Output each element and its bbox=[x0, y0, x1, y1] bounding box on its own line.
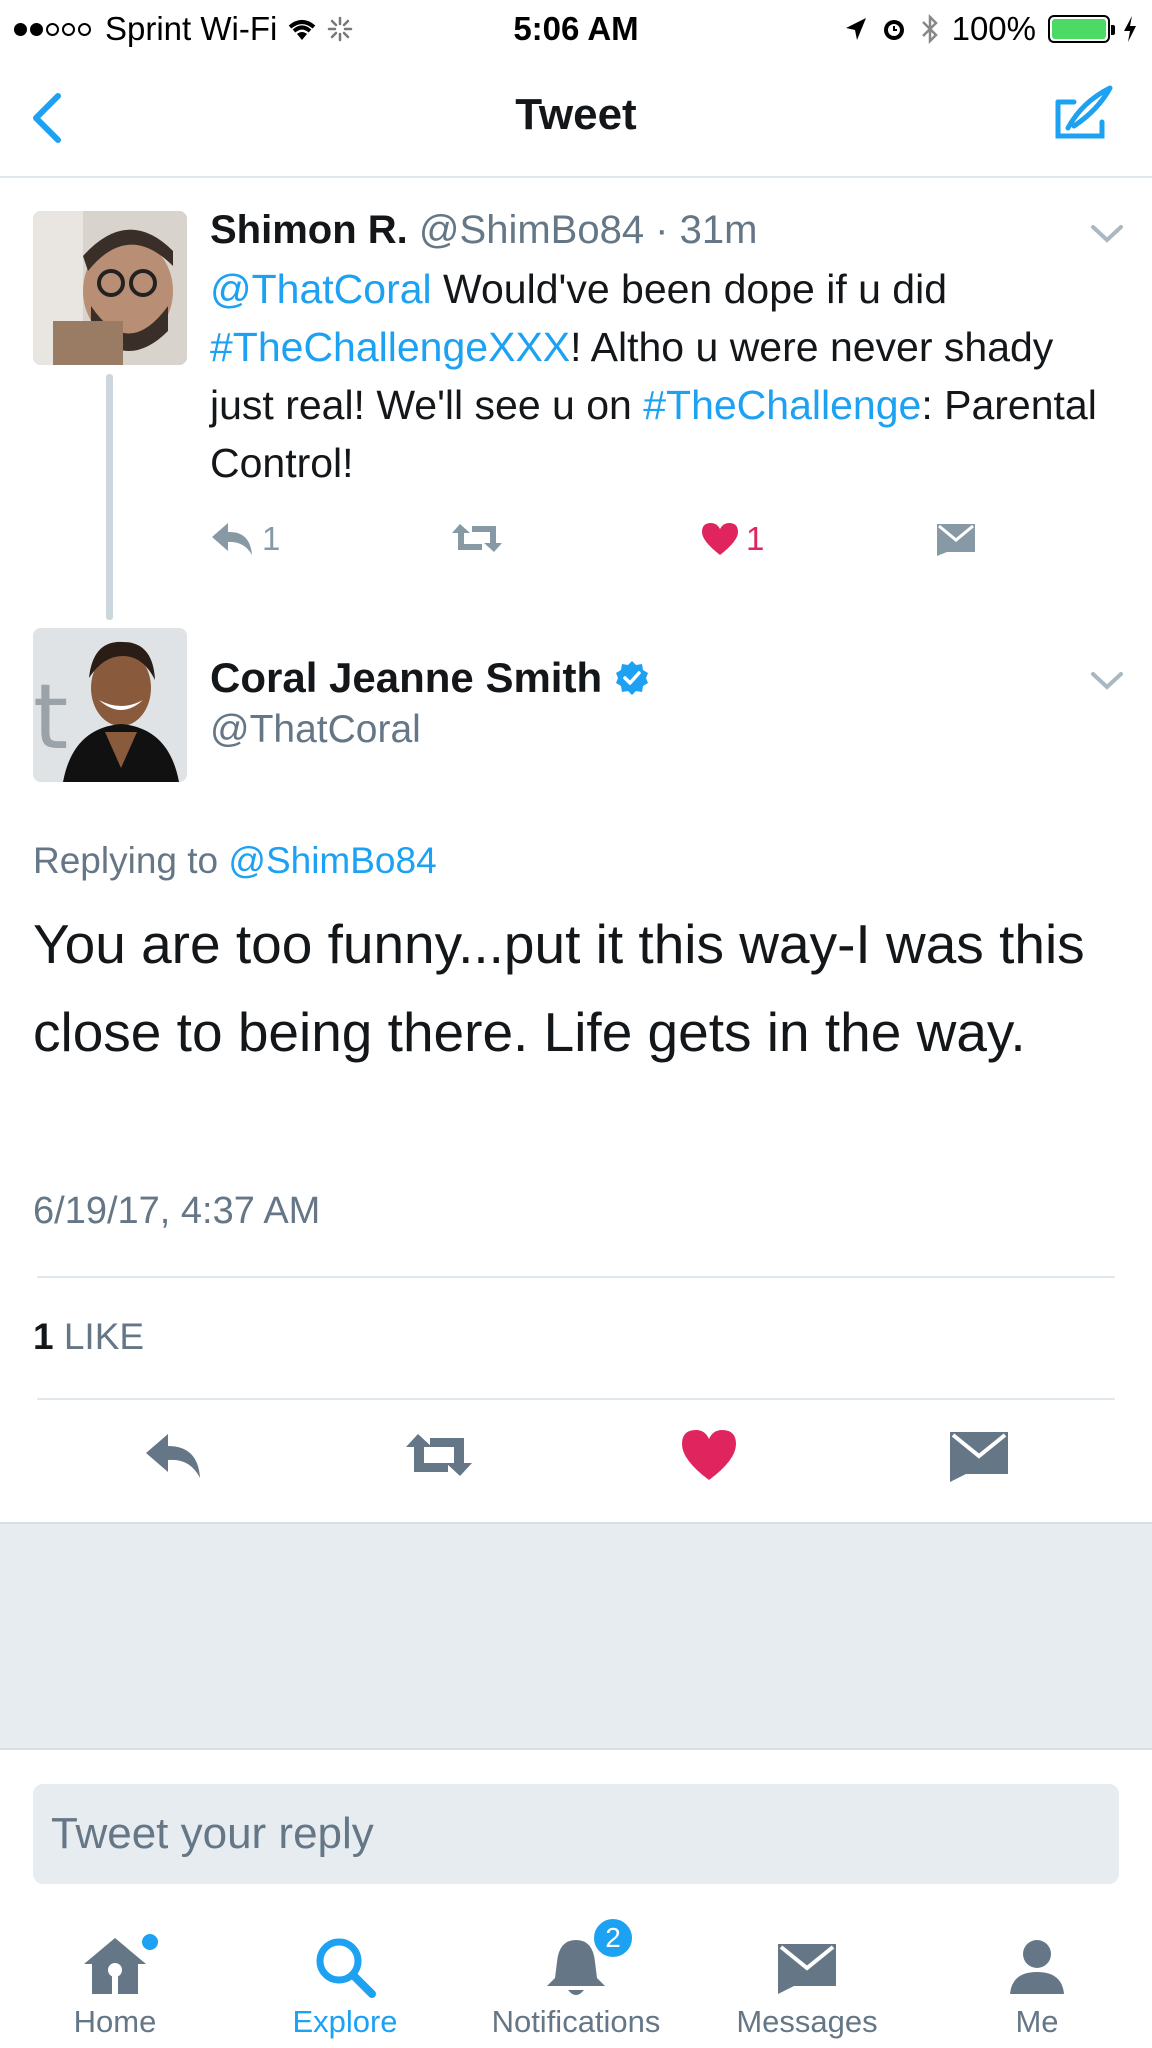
envelope-icon[interactable] bbox=[944, 1420, 1014, 1490]
meta-separator: · bbox=[644, 208, 680, 252]
tab-label: Home bbox=[73, 2004, 157, 2039]
location-arrow-icon bbox=[845, 18, 866, 40]
reply-count: 1 bbox=[262, 520, 281, 557]
replying-to-handle[interactable]: @ShimBo84 bbox=[228, 840, 436, 881]
tab-notifications[interactable]: 2 Notifications bbox=[461, 1896, 691, 2048]
page-title: Tweet bbox=[515, 90, 637, 139]
retweet-icon[interactable] bbox=[404, 1420, 474, 1490]
profile-photo-shimon bbox=[33, 211, 187, 365]
replying-to: Replying to @ShimBo84 bbox=[33, 840, 437, 882]
like-stat-count: 1 bbox=[33, 1316, 54, 1357]
profile-photo-coral: t bbox=[33, 628, 187, 782]
divider bbox=[37, 1398, 1115, 1400]
retweet-icon bbox=[452, 524, 502, 552]
empty-replies-area bbox=[0, 1522, 1152, 1750]
replying-to-label: Replying to bbox=[33, 840, 229, 881]
reply-icon bbox=[212, 523, 252, 555]
envelope-icon bbox=[778, 1944, 836, 1994]
search-icon bbox=[316, 1938, 376, 1998]
tab-home[interactable]: Home bbox=[0, 1896, 230, 2048]
bluetooth-icon bbox=[921, 14, 938, 44]
tweet-age: 31m bbox=[679, 208, 758, 252]
like-count: 1 bbox=[746, 520, 765, 557]
main-tweet-actions bbox=[0, 1420, 1152, 1500]
home-new-dot bbox=[142, 1934, 158, 1950]
author-name-row: Coral Jeanne Smith bbox=[210, 654, 650, 702]
divider bbox=[37, 1276, 1115, 1278]
parent-tweet-actions: 1 1 bbox=[210, 520, 990, 570]
tab-bar: Home Explore 2 Notifications Messages Me bbox=[0, 1896, 1152, 2048]
tab-messages[interactable]: Messages bbox=[692, 1896, 922, 2048]
like-stats[interactable]: 1 LIKE bbox=[33, 1316, 144, 1358]
heart-icon bbox=[702, 523, 738, 555]
tweet-text: You are too funny...put it this way-I wa… bbox=[33, 913, 1085, 1063]
reply-input[interactable] bbox=[33, 1784, 1119, 1884]
author-handle[interactable]: @ShimBo84 bbox=[419, 208, 644, 252]
status-bar: Sprint Wi-Fi 5:06 AM 100% bbox=[0, 0, 1152, 58]
parent-tweet-text: @ThatCoral Would've been dope if u did #… bbox=[210, 260, 1110, 492]
status-right: 100% bbox=[844, 10, 1138, 48]
person-icon bbox=[1010, 1940, 1064, 1994]
parent-tweet-header: Shimon R. @ShimBo84 · 31m bbox=[210, 208, 757, 253]
tab-explore[interactable]: Explore bbox=[230, 1896, 460, 2048]
tab-me[interactable]: Me bbox=[922, 1896, 1152, 2048]
tweet-text-segment: Would've been dope if u did bbox=[431, 266, 948, 312]
tab-label: Me bbox=[1015, 2004, 1059, 2039]
battery-percent: 100% bbox=[951, 10, 1036, 47]
avatar[interactable]: t bbox=[33, 628, 187, 782]
mention-link[interactable]: @ThatCoral bbox=[210, 266, 432, 312]
hashtag-link[interactable]: #TheChallengeXXX bbox=[210, 324, 570, 370]
chevron-down-icon[interactable] bbox=[1090, 224, 1124, 244]
tab-label: Notifications bbox=[491, 2004, 661, 2039]
like-stat-label: LIKE bbox=[63, 1316, 145, 1357]
charging-bolt-icon bbox=[1124, 16, 1136, 42]
battery-icon bbox=[1048, 15, 1115, 43]
home-icon bbox=[84, 1938, 146, 1994]
author-name[interactable]: Shimon R. bbox=[210, 208, 408, 252]
avatar[interactable] bbox=[33, 211, 187, 365]
reply-button[interactable]: 1 bbox=[210, 520, 280, 558]
chevron-down-icon[interactable] bbox=[1090, 671, 1124, 691]
retweet-button[interactable] bbox=[450, 520, 504, 556]
heart-icon[interactable] bbox=[674, 1420, 744, 1490]
envelope-icon bbox=[937, 524, 975, 556]
compose-tweet-icon[interactable] bbox=[1052, 82, 1116, 146]
svg-text:t: t bbox=[33, 665, 68, 770]
tweet-timestamp: 6/19/17, 4:37 AM bbox=[33, 1190, 321, 1232]
direct-message-button[interactable] bbox=[935, 520, 977, 556]
nav-bar: Tweet bbox=[0, 58, 1152, 178]
verified-badge-icon bbox=[616, 661, 649, 695]
hashtag-link[interactable]: #TheChallenge bbox=[643, 382, 921, 428]
author-handle[interactable]: @ThatCoral bbox=[210, 708, 421, 752]
tab-label: Messages bbox=[736, 2004, 878, 2039]
reply-bar bbox=[0, 1750, 1152, 1884]
reply-icon[interactable] bbox=[138, 1420, 208, 1490]
author-name[interactable]: Coral Jeanne Smith bbox=[210, 654, 602, 702]
thread-connector bbox=[106, 374, 113, 620]
tab-label: Explore bbox=[292, 2004, 398, 2039]
like-button[interactable]: 1 bbox=[700, 520, 764, 558]
notification-badge: 2 bbox=[591, 1916, 635, 1960]
alarm-icon bbox=[883, 20, 904, 40]
